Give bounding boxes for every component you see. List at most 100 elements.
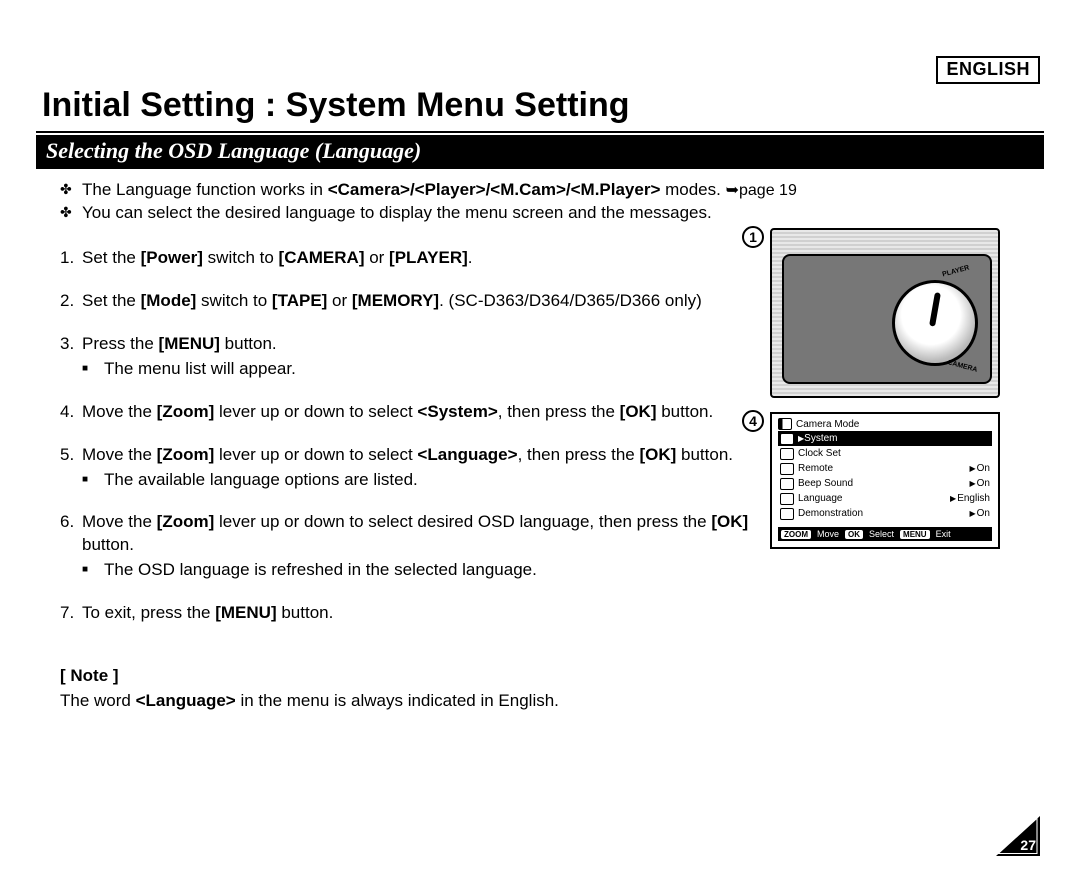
illustration-column: 1 PLAYER CAMERA 4 Camera Mode ▶SystemClo… xyxy=(770,228,1030,563)
page-corner-badge: 27 xyxy=(996,816,1040,856)
t: button. xyxy=(277,603,334,622)
osd-row-label: Language xyxy=(798,493,946,504)
t: or xyxy=(364,248,389,267)
section-heading: Selecting the OSD Language (Language) xyxy=(36,135,1044,169)
page-title: Initial Setting : System Menu Setting xyxy=(42,86,1044,125)
t: switch to xyxy=(203,248,279,267)
t: lever up or down to select desired OSD l… xyxy=(214,512,711,531)
osd-menu-list: ▶SystemClock SetRemote▶OnBeep Sound▶OnLa… xyxy=(778,431,992,521)
osd-row-value: ▶On xyxy=(970,463,991,474)
osd-row: Beep Sound▶On xyxy=(778,476,992,491)
osd-row-icon xyxy=(780,508,794,520)
t: <System> xyxy=(417,402,497,421)
osd-row: Remote ▶On xyxy=(778,461,992,476)
osd-row-value: ▶English xyxy=(950,493,990,504)
t: lever up or down to select xyxy=(214,402,417,421)
t: <Language> xyxy=(417,445,517,464)
t: Press the xyxy=(82,334,159,353)
osd-row: Clock Set xyxy=(778,446,992,461)
osd-row-icon xyxy=(780,478,794,490)
text: The Language function works in xyxy=(82,180,328,199)
t: Move the xyxy=(82,512,157,531)
t: [TAPE] xyxy=(272,291,327,310)
osd-title-row: Camera Mode xyxy=(778,418,992,430)
page-ref: ➥page 19 xyxy=(726,182,797,199)
t: [OK] xyxy=(711,512,748,531)
osd-title: Camera Mode xyxy=(796,419,859,430)
power-dial-icon xyxy=(892,280,978,366)
osd-row-icon xyxy=(780,448,794,460)
t: [Mode] xyxy=(141,291,197,310)
manual-page: ENGLISH Initial Setting : System Menu Se… xyxy=(0,0,1080,886)
osd-row-value: ▶On xyxy=(970,508,991,519)
t: [CAMERA] xyxy=(279,248,365,267)
osd-row: ▶System xyxy=(778,431,992,446)
text-bold: <Camera>/<Player>/<M.Cam>/<M.Player> xyxy=(328,180,661,199)
intro-bullet-2: You can select the desired language to d… xyxy=(60,202,1032,225)
intro-bullets: The Language function works in <Camera>/… xyxy=(60,179,1032,225)
osd-row-label: Remote xyxy=(798,463,966,474)
language-tag: ENGLISH xyxy=(936,56,1040,84)
osd-row-label: ▶System xyxy=(798,433,990,444)
osd-row: Language ▶English xyxy=(778,491,992,506)
t: , then press the xyxy=(518,445,640,464)
illustration-1: 1 PLAYER CAMERA xyxy=(770,228,1030,398)
t: [MEMORY] xyxy=(352,291,439,310)
camera-illustration: PLAYER CAMERA xyxy=(770,228,1000,398)
t: button. xyxy=(676,445,733,464)
zoom-tag: ZOOM xyxy=(781,530,811,539)
t: button. xyxy=(657,402,714,421)
osd-row-icon xyxy=(780,463,794,475)
t: Set the xyxy=(82,248,141,267)
camera-mode-icon xyxy=(778,418,792,430)
intro-bullet-1: The Language function works in <Camera>/… xyxy=(60,179,1032,202)
text: modes. xyxy=(660,180,725,199)
title-rule xyxy=(36,131,1044,133)
t: [OK] xyxy=(639,445,676,464)
t: The word xyxy=(60,691,136,710)
t: The OSD language is refreshed in the sel… xyxy=(82,559,800,582)
step-5: Move the [Zoom] lever up or down to sele… xyxy=(60,444,800,492)
t: [PLAYER] xyxy=(389,248,468,267)
t: Move the xyxy=(82,445,157,464)
t: To exit, press the xyxy=(82,603,215,622)
page-number: 27 xyxy=(1020,837,1036,853)
t: , then press the xyxy=(498,402,620,421)
t: or xyxy=(327,291,352,310)
t: The menu list will appear. xyxy=(82,358,800,381)
t: switch to xyxy=(196,291,272,310)
osd-row: Demonstration ▶On xyxy=(778,506,992,521)
t: [MENU] xyxy=(215,603,276,622)
illustration-4: 4 Camera Mode ▶SystemClock SetRemote▶OnB… xyxy=(770,412,1030,549)
t: The available language options are liste… xyxy=(82,469,800,492)
menu-label: Exit xyxy=(936,529,951,539)
step-6: Move the [Zoom] lever up or down to sele… xyxy=(60,511,800,582)
t: [MENU] xyxy=(159,334,220,353)
osd-row-value: ▶On xyxy=(970,478,991,489)
t: [Zoom] xyxy=(157,512,215,531)
t: [Zoom] xyxy=(157,402,215,421)
osd-row-icon xyxy=(780,433,794,445)
steps-list: Set the [Power] switch to [CAMERA] or [P… xyxy=(60,247,800,625)
osd-row-icon xyxy=(780,493,794,505)
step-3-sub: The menu list will appear. xyxy=(82,358,800,381)
t: Move the xyxy=(82,402,157,421)
ok-label: Select xyxy=(869,529,894,539)
t: [Zoom] xyxy=(157,445,215,464)
osd-footer: ZOOMMove OKSelect MENUExit xyxy=(778,527,992,541)
note-body: The word <Language> in the menu is alway… xyxy=(60,690,1032,713)
t: [OK] xyxy=(620,402,657,421)
t: Set the xyxy=(82,291,141,310)
step-2: Set the [Mode] switch to [TAPE] or [MEMO… xyxy=(60,290,800,313)
osd-screenshot: Camera Mode ▶SystemClock SetRemote▶OnBee… xyxy=(770,412,1000,549)
step-3: Press the [MENU] button. The menu list w… xyxy=(60,333,800,381)
osd-row-label: Clock Set xyxy=(798,448,990,459)
step-1: Set the [Power] switch to [CAMERA] or [P… xyxy=(60,247,800,270)
ok-tag: OK xyxy=(845,530,863,539)
menu-tag: MENU xyxy=(900,530,930,539)
t: button. xyxy=(220,334,277,353)
t: in the menu is always indicated in Engli… xyxy=(236,691,559,710)
t: . (SC-D363/D364/D365/D366 only) xyxy=(439,291,702,310)
osd-row-label: Demonstration xyxy=(798,508,966,519)
t: button. xyxy=(82,535,134,554)
